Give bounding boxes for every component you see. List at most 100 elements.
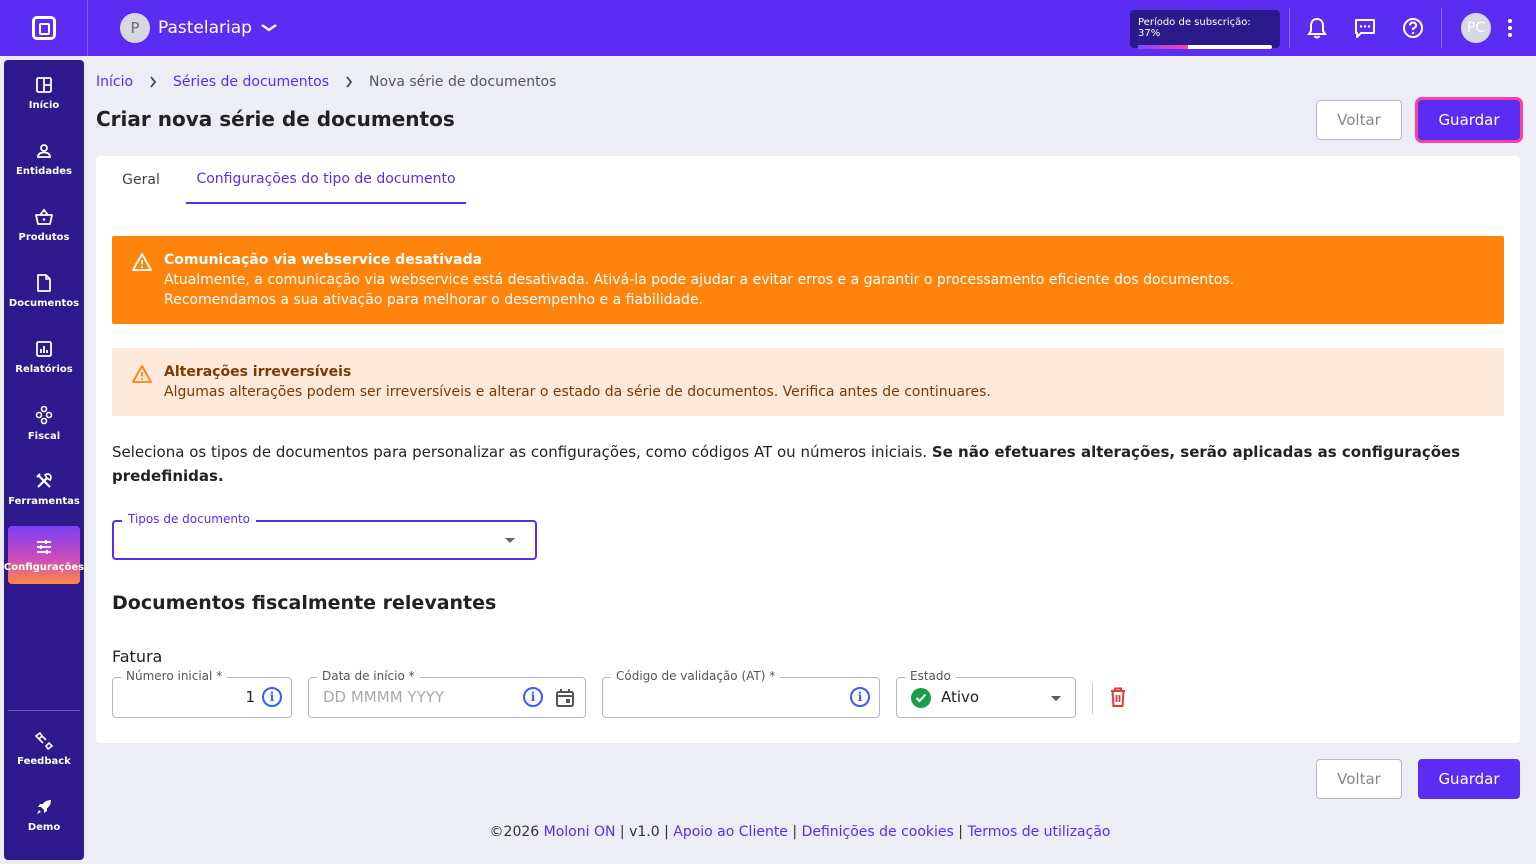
intro-text: Seleciona os tipos de documentos para pe… bbox=[112, 440, 1504, 488]
alert-title: Alterações irreversíveis bbox=[164, 364, 352, 380]
irreversible-alert: Alterações irreversíveis Algumas alteraç… bbox=[112, 348, 1504, 416]
subscription-label: Período de subscrição: 37% bbox=[1138, 17, 1251, 39]
sidebar-item-inicio[interactable]: Início bbox=[8, 64, 80, 122]
alert-text: Recomendamos a sua ativação para melhora… bbox=[164, 292, 704, 308]
sidebar-item-produtos[interactable]: Produtos bbox=[8, 196, 80, 254]
initial-number-value: 1 bbox=[245, 688, 255, 706]
chevron-right-icon bbox=[346, 76, 353, 88]
sidebar-item-label: Configurações bbox=[3, 561, 85, 573]
sidebar-item-label: Entidades bbox=[16, 165, 72, 177]
basket-icon bbox=[35, 208, 53, 225]
user-avatar[interactable]: PC bbox=[1461, 13, 1491, 43]
footer-brand-link[interactable]: Moloni ON bbox=[544, 824, 616, 840]
chat-icon[interactable] bbox=[1353, 16, 1377, 40]
sidebar-item-label: Ferramentas bbox=[8, 495, 80, 507]
save-button-bottom[interactable]: Guardar bbox=[1418, 759, 1520, 799]
breadcrumb-current: Nova série de documentos bbox=[369, 74, 557, 90]
initial-number-field[interactable]: Número inicial * 1 i bbox=[112, 669, 292, 718]
feedback-icon bbox=[34, 731, 54, 750]
alert-text: Algumas alterações podem ser irreversíve… bbox=[164, 384, 991, 400]
breadcrumb-series-link[interactable]: Séries de documentos bbox=[173, 74, 329, 90]
chart-icon bbox=[36, 340, 52, 357]
sidebar: Início Entidades Produtos Documentos Rel… bbox=[4, 60, 84, 860]
breadcrumb: Início Séries de documentos Nova série d… bbox=[96, 74, 556, 90]
save-button[interactable]: Guardar bbox=[1418, 100, 1520, 140]
sidebar-item-label: Produtos bbox=[18, 231, 70, 243]
chevron-down-icon bbox=[260, 24, 277, 32]
sidebar-item-entidades[interactable]: Entidades bbox=[8, 130, 80, 188]
section-title: Documentos fiscalmente relevantes bbox=[112, 592, 497, 614]
sidebar-item-configuracoes[interactable]: Configurações bbox=[4, 526, 84, 584]
tab-doc-type-config[interactable]: Configurações do tipo de documento bbox=[186, 156, 466, 204]
sidebar-item-fiscal[interactable]: Fiscal bbox=[8, 394, 80, 452]
info-icon[interactable]: i bbox=[850, 687, 870, 707]
warning-icon bbox=[132, 365, 152, 383]
chevron-right-icon bbox=[150, 76, 157, 88]
divider bbox=[1441, 8, 1442, 48]
sidebar-item-label: Feedback bbox=[17, 755, 71, 767]
logo-icon bbox=[31, 16, 56, 40]
doc-types-select[interactable]: Tipos de documento bbox=[112, 512, 537, 560]
footer-terms-link[interactable]: Termos de utilização bbox=[967, 824, 1110, 840]
rocket-icon bbox=[37, 799, 51, 814]
doc-type-name: Fatura bbox=[112, 647, 163, 666]
sidebar-item-documentos[interactable]: Documentos bbox=[8, 262, 80, 320]
subscription-progress-bar bbox=[1138, 45, 1272, 49]
bell-icon[interactable] bbox=[1305, 16, 1329, 40]
alert-title: Comunicação via webservice desativada bbox=[164, 252, 483, 268]
sidebar-item-label: Relatórios bbox=[15, 363, 73, 375]
info-icon[interactable]: i bbox=[262, 687, 282, 707]
document-icon bbox=[37, 273, 51, 292]
tools-icon bbox=[36, 472, 52, 488]
breadcrumb-home-link[interactable]: Início bbox=[96, 74, 133, 90]
start-date-field[interactable]: Data de início * DD MMMM YYYY i bbox=[308, 669, 586, 718]
footer-copyright: ©2026 bbox=[489, 824, 540, 840]
subscription-progress-fill bbox=[1138, 45, 1188, 49]
alert-text: Atualmente, a comunicação via webservice… bbox=[164, 272, 1235, 288]
webservice-alert: Comunicação via webservice desativada At… bbox=[112, 236, 1504, 324]
footer-cookies-link[interactable]: Definições de cookies bbox=[802, 824, 954, 840]
main-card: Geral Configurações do tipo de documento… bbox=[96, 156, 1520, 743]
check-circle-icon bbox=[911, 688, 931, 708]
app-logo[interactable] bbox=[0, 0, 88, 56]
caret-down-icon bbox=[1051, 696, 1061, 701]
warning-icon bbox=[132, 253, 152, 271]
dashboard-icon bbox=[36, 76, 52, 93]
more-options-icon[interactable] bbox=[1500, 16, 1520, 40]
trash-icon[interactable] bbox=[1108, 686, 1128, 708]
top-bar: P Pastelariap Período de subscrição: 37%… bbox=[0, 0, 1536, 56]
help-icon[interactable] bbox=[1401, 16, 1425, 40]
footer-version: v1.0 bbox=[629, 824, 660, 840]
back-button-bottom[interactable]: Voltar bbox=[1316, 759, 1402, 799]
footer: ©2026 Moloni ON | v1.0 | Apoio ao Client… bbox=[489, 824, 1111, 840]
settings-sliders-icon bbox=[37, 539, 51, 554]
info-icon[interactable]: i bbox=[523, 687, 543, 707]
status-select[interactable]: Estado Ativo bbox=[896, 669, 1076, 718]
company-name: Pastelariap bbox=[158, 18, 252, 38]
validation-code-field[interactable]: Código de validação (AT) * i bbox=[602, 669, 880, 718]
doc-types-label: Tipos de documento bbox=[122, 512, 257, 526]
sidebar-item-ferramentas[interactable]: Ferramentas bbox=[8, 460, 80, 518]
intro-text-normal: Seleciona os tipos de documentos para pe… bbox=[112, 443, 932, 461]
status-value: Ativo bbox=[941, 688, 980, 706]
divider bbox=[8, 710, 80, 711]
company-selector[interactable]: P Pastelariap bbox=[120, 13, 277, 43]
footer-support-link[interactable]: Apoio ao Cliente bbox=[673, 824, 788, 840]
divider bbox=[1092, 682, 1093, 714]
calendar-icon[interactable] bbox=[554, 687, 576, 709]
start-date-placeholder: DD MMMM YYYY bbox=[323, 688, 445, 706]
sidebar-item-label: Documentos bbox=[8, 297, 80, 309]
company-avatar: P bbox=[120, 13, 150, 43]
field-label: Estado bbox=[905, 669, 956, 683]
sidebar-item-feedback[interactable]: Feedback bbox=[8, 720, 80, 778]
subscription-period[interactable]: Período de subscrição: 37% bbox=[1130, 10, 1280, 49]
back-button[interactable]: Voltar bbox=[1316, 100, 1402, 140]
field-label: Código de validação (AT) * bbox=[611, 669, 781, 683]
user-icon bbox=[37, 143, 51, 158]
tab-geral[interactable]: Geral bbox=[104, 156, 178, 204]
fiscal-icon bbox=[35, 405, 53, 424]
caret-down-icon bbox=[505, 538, 515, 543]
sidebar-item-relatorios[interactable]: Relatórios bbox=[8, 328, 80, 386]
field-label: Data de início * bbox=[317, 669, 420, 683]
sidebar-item-label: Início bbox=[28, 99, 60, 111]
